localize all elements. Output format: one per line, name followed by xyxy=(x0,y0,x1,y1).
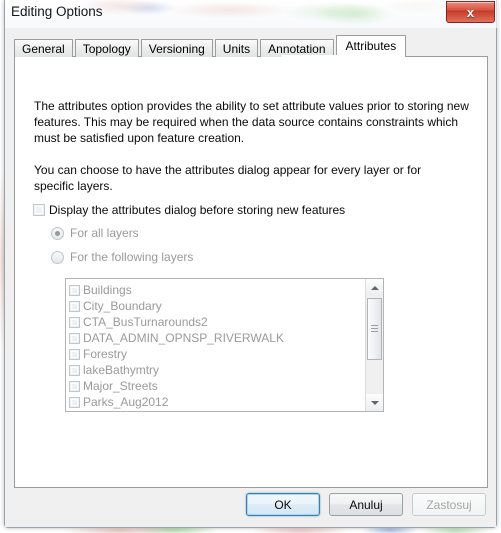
choice-paragraph: You can choose to have the attributes di… xyxy=(34,163,422,193)
checkbox-icon[interactable] xyxy=(69,380,80,392)
apply-button: Zastosuj xyxy=(412,493,486,516)
tab-general[interactable]: General xyxy=(14,39,73,57)
checkbox-icon[interactable] xyxy=(69,364,80,376)
tab-topology[interactable]: Topology xyxy=(74,39,139,57)
close-icon: x xyxy=(466,4,475,20)
checkbox-icon[interactable] xyxy=(69,284,80,296)
list-item-label: City_Boundary xyxy=(83,299,162,313)
active-tab-notch xyxy=(282,55,344,58)
tab-versioning[interactable]: Versioning xyxy=(140,39,213,57)
scroll-down-icon[interactable] xyxy=(366,394,383,411)
radio-for-following-layers[interactable]: For the following layers xyxy=(51,250,193,264)
checkbox-icon[interactable] xyxy=(69,316,80,328)
close-button[interactable]: x xyxy=(446,1,495,23)
layer-list-box[interactable]: Buildings City_Boundary CTA_BusTurnaroun… xyxy=(65,278,384,412)
radio-for-all-layers-label: For all layers xyxy=(70,226,139,240)
list-item[interactable]: DATA_ADMIN_OPNSP_RIVERWALK xyxy=(69,330,365,346)
intro-paragraph: The attributes option provides the abili… xyxy=(34,99,469,145)
checkbox-icon[interactable] xyxy=(33,204,45,216)
list-item[interactable]: Forestry xyxy=(69,346,365,362)
title-bar[interactable]: Editing Options x xyxy=(5,0,498,28)
tab-attributes[interactable]: Attributes xyxy=(335,35,407,57)
list-item-label: lakeBathymtry xyxy=(83,363,160,377)
list-item-label: Forestry xyxy=(83,347,128,361)
list-item-label: Major_Streets xyxy=(83,379,158,393)
tab-strip: General Topology Versioning Units Annota… xyxy=(14,35,407,57)
list-item-label: DATA_ADMIN_OPNSP_RIVERWALK xyxy=(83,331,284,345)
layer-list-scrollbar[interactable] xyxy=(365,279,383,411)
layer-list[interactable]: Buildings City_Boundary CTA_BusTurnaroun… xyxy=(66,279,365,411)
radio-for-following-layers-label: For the following layers xyxy=(70,250,194,264)
radio-selected-icon[interactable] xyxy=(51,226,64,240)
cancel-button[interactable]: Anuluj xyxy=(329,493,403,516)
radio-for-all-layers[interactable]: For all layers xyxy=(51,226,139,240)
checkbox-icon[interactable] xyxy=(69,396,80,408)
list-item[interactable]: lakeBathymtry xyxy=(69,362,365,378)
dialog-footer: OK Anuluj Zastosuj xyxy=(246,493,486,516)
list-item[interactable]: Buildings xyxy=(69,282,365,298)
window-title: Editing Options xyxy=(11,4,103,19)
editing-options-dialog: Editing Options x General Topology Versi… xyxy=(4,0,498,528)
scrollbar-thumb[interactable] xyxy=(367,298,382,360)
dialog-client-area: General Topology Versioning Units Annota… xyxy=(5,28,496,527)
radio-unselected-icon[interactable] xyxy=(51,250,64,264)
list-item[interactable]: City_Boundary xyxy=(69,298,365,314)
list-item-label: CTA_BusTurnarounds2 xyxy=(83,315,208,329)
scroll-up-icon[interactable] xyxy=(366,279,383,296)
checkbox-icon[interactable] xyxy=(69,332,80,344)
attributes-tab-panel: The attributes option provides the abili… xyxy=(14,56,488,488)
checkbox-icon[interactable] xyxy=(69,348,80,360)
list-item[interactable]: Parks_Aug2012 xyxy=(69,394,365,410)
list-item-label: Buildings xyxy=(83,283,132,297)
list-item[interactable]: CTA_BusTurnarounds2 xyxy=(69,314,365,330)
display-attributes-dialog-label: Display the attributes dialog before sto… xyxy=(49,203,346,217)
scrollbar-grip-icon xyxy=(371,325,378,332)
list-item-label: Parks_Aug2012 xyxy=(83,395,169,409)
display-attributes-dialog-checkbox-row[interactable]: Display the attributes dialog before sto… xyxy=(33,203,345,217)
tab-units[interactable]: Units xyxy=(214,39,259,57)
list-item[interactable]: Major_Streets xyxy=(69,378,365,394)
ok-button[interactable]: OK xyxy=(246,493,320,516)
checkbox-icon[interactable] xyxy=(69,300,80,312)
